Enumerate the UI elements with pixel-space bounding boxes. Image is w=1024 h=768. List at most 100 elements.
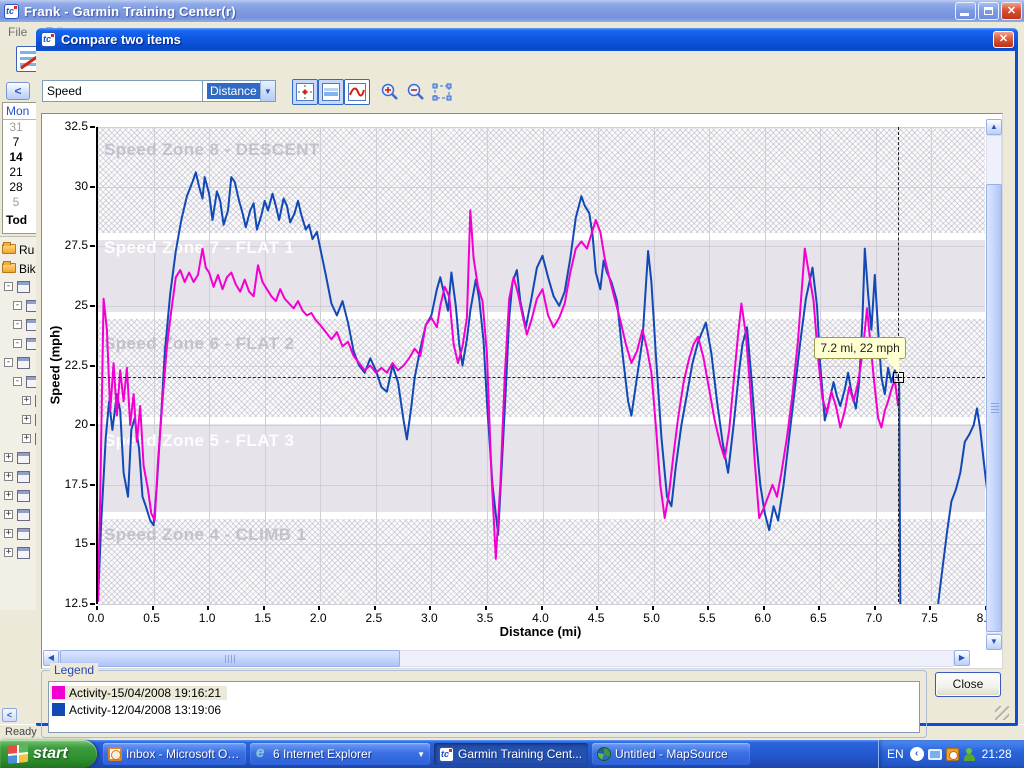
tree-row[interactable]: + — [0, 392, 38, 411]
zoom-in-button[interactable] — [377, 79, 403, 105]
expand-icon[interactable]: + — [4, 453, 13, 462]
tree-row[interactable]: - — [0, 278, 38, 297]
expand-icon[interactable]: + — [4, 529, 13, 538]
hscroll-thumb[interactable] — [60, 650, 400, 667]
close-button[interactable]: Close — [935, 672, 1001, 697]
status-text: Ready — [5, 726, 37, 738]
collapse-node-icon[interactable]: - — [13, 301, 22, 310]
y-tick-label: 32.5 — [42, 119, 88, 133]
tree-row[interactable]: + — [0, 411, 38, 430]
crosshair-tool-button[interactable] — [292, 79, 318, 105]
zones-tool-button[interactable] — [318, 79, 344, 105]
tree-row[interactable]: + — [0, 487, 38, 506]
y-tick-label: 22.5 — [42, 358, 88, 372]
calendar-today-button[interactable]: Tod — [3, 213, 38, 227]
gridline — [98, 604, 985, 605]
y-tick-mark — [90, 543, 95, 545]
taskbar-button-label: 6 Internet Explorer — [273, 747, 372, 761]
resize-grip[interactable] — [995, 706, 1009, 720]
tree-folder-row[interactable]: Ru — [0, 240, 38, 259]
collapse-icon[interactable]: ‹ — [910, 747, 924, 761]
taskbar-clock: 21:28 — [982, 747, 1012, 761]
chart-vertical-scrollbar[interactable]: ▲ ▼ — [986, 119, 1002, 650]
tree-row[interactable]: + — [0, 449, 38, 468]
legend-item-highlight: Activity-12/04/2008 13:19:06 — [50, 703, 227, 717]
collapse-node-icon[interactable]: - — [13, 320, 22, 329]
activity-item-icon — [17, 528, 30, 540]
menu-file[interactable]: File — [8, 25, 27, 39]
tree-row[interactable]: + — [0, 468, 38, 487]
restore-button[interactable] — [978, 2, 999, 20]
tree-row[interactable]: - — [0, 354, 38, 373]
expand-icon[interactable]: + — [22, 396, 31, 405]
dialog-close-icon[interactable]: ✕ — [993, 31, 1014, 48]
expand-icon[interactable]: + — [4, 548, 13, 557]
calendar-day[interactable]: 7 — [3, 135, 29, 150]
taskbar: start Inbox - Microsoft Out...6 Internet… — [0, 740, 1024, 768]
calendar-day[interactable]: 31 — [3, 120, 29, 135]
y-tick-label: 30 — [42, 179, 88, 193]
user-icon[interactable] — [963, 748, 976, 761]
chart-horizontal-scrollbar[interactable]: ◀ ▶ — [43, 650, 970, 667]
zoom-in-icon — [380, 82, 400, 102]
zoom-region-button[interactable] — [429, 79, 455, 105]
plot-area[interactable]: Speed Zone 8 - DESCENTSpeed Zone 7 - FLA… — [96, 127, 985, 604]
calendar-day[interactable]: 21 — [3, 165, 29, 180]
curve-tool-button[interactable] — [344, 79, 370, 105]
dialog-titlebar: Compare two items ✕ — [36, 28, 1018, 51]
axis-select[interactable]: Distance ▼ — [202, 80, 276, 102]
tree-row[interactable]: + — [0, 430, 38, 449]
calendar-day[interactable]: 5 — [3, 195, 29, 210]
metric-select[interactable]: Speed ▼ — [42, 80, 228, 102]
minimize-button[interactable] — [955, 2, 976, 20]
tree-row[interactable]: - — [0, 297, 38, 316]
tree-row[interactable]: + — [0, 506, 38, 525]
collapse-node-icon[interactable]: - — [4, 282, 13, 291]
legend-item[interactable]: Activity-12/04/2008 13:19:06 — [50, 701, 918, 718]
collapse-node-icon[interactable]: - — [13, 377, 22, 386]
expand-icon[interactable]: + — [22, 434, 31, 443]
legend-list[interactable]: Activity-15/04/2008 19:16:21 Activity-12/… — [48, 681, 920, 733]
sidebar-collapse-button[interactable]: < — [6, 82, 30, 100]
language-indicator[interactable]: EN — [887, 747, 904, 761]
tree-row[interactable]: - — [0, 373, 38, 392]
expand-icon[interactable]: + — [4, 510, 13, 519]
scroll-down-icon[interactable]: ▼ — [986, 634, 1002, 650]
sidebar-scroll-left-button[interactable]: < — [2, 708, 17, 722]
zoom-out-button[interactable] — [403, 79, 429, 105]
window-title: Frank - Garmin Training Center(r) — [24, 4, 236, 19]
mini-calendar[interactable]: Mon 3171421285 Tod — [2, 102, 38, 234]
vscroll-thumb[interactable] — [986, 184, 1002, 632]
display-icon[interactable] — [928, 749, 942, 760]
expand-icon[interactable]: + — [22, 415, 31, 424]
dialog-title: Compare two items — [61, 32, 181, 47]
scroll-up-icon[interactable]: ▲ — [986, 119, 1002, 135]
taskbar-button[interactable]: Garmin Training Cent... — [434, 743, 588, 765]
selection-rect-icon — [432, 82, 452, 102]
start-button[interactable]: start — [0, 740, 97, 768]
tree-row[interactable]: + — [0, 544, 38, 563]
clock-icon[interactable] — [946, 748, 959, 761]
legend-item[interactable]: Activity-15/04/2008 19:16:21 — [50, 684, 918, 701]
collapse-node-icon[interactable]: - — [4, 358, 13, 367]
chevron-down-icon[interactable]: ▼ — [417, 750, 425, 759]
tree-row[interactable]: + — [0, 525, 38, 544]
tree-row[interactable]: - — [0, 335, 38, 354]
chevron-down-icon[interactable]: ▼ — [260, 81, 275, 101]
garmin-tc-icon — [439, 747, 454, 762]
close-window-button[interactable]: ✕ — [1001, 2, 1022, 20]
taskbar-button[interactable]: Untitled - MapSource — [592, 743, 750, 765]
taskbar-button[interactable]: 6 Internet Explorer ▼ — [250, 743, 430, 765]
tree-row[interactable]: - — [0, 316, 38, 335]
calendar-day[interactable]: 28 — [3, 180, 29, 195]
expand-icon[interactable]: + — [4, 472, 13, 481]
calendar-day[interactable]: 14 — [3, 150, 29, 165]
x-tick-mark — [263, 606, 265, 610]
scroll-right-icon[interactable]: ▶ — [954, 650, 970, 666]
folder-icon — [2, 244, 16, 254]
collapse-node-icon[interactable]: - — [13, 339, 22, 348]
taskbar-button[interactable]: Inbox - Microsoft Out... — [103, 743, 246, 765]
series-line — [98, 172, 987, 604]
tree-folder-row[interactable]: Bik — [0, 259, 38, 278]
expand-icon[interactable]: + — [4, 491, 13, 500]
